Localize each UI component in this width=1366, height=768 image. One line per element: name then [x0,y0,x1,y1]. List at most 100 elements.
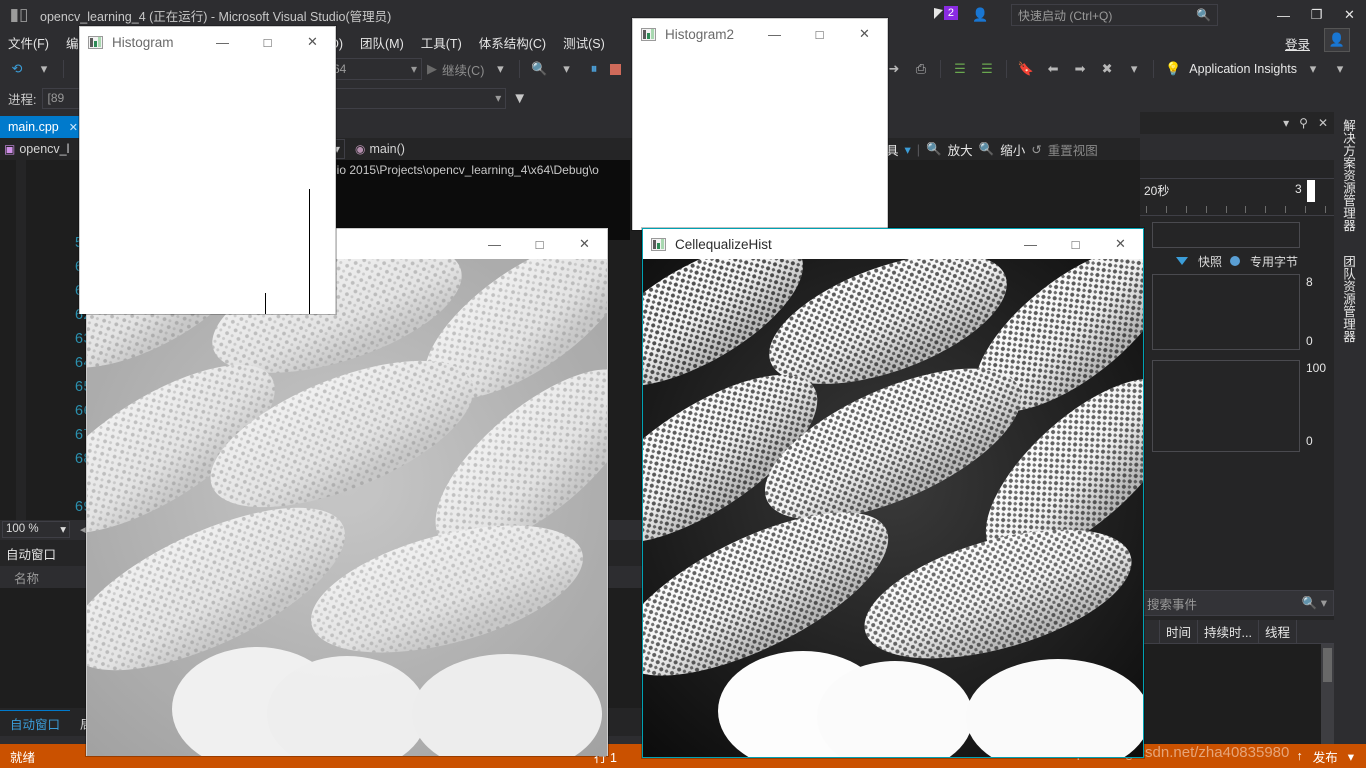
close-icon[interactable]: ✕ [69,121,78,134]
events-column-thread[interactable]: 线程 [1259,619,1297,644]
filter-icon[interactable]: ▼ [512,90,527,107]
menu-item-architecture[interactable]: 体系结构(C) [479,33,546,52]
chevron-down-icon[interactable]: ▾ [905,142,911,157]
insights-dropdown-icon[interactable]: ▾ [1302,58,1324,80]
member-combo[interactable]: ◉ main() [355,142,405,156]
cellequalizehist-titlebar[interactable]: CellequalizeHist — □ ✕ [643,229,1143,259]
close-button[interactable]: ✕ [562,230,607,259]
visual-studio-logo-icon: ▮▯ [9,5,29,24]
menu-item-tools[interactable]: 工具(T) [421,33,462,52]
menu-item-test[interactable]: 测试(S) [563,33,605,52]
minimize-button[interactable]: — [752,20,797,49]
clear-bookmark-icon[interactable]: ✖ [1096,58,1118,80]
search-icon[interactable]: 🔍 ▾ [1302,595,1327,611]
overflow-icon-3[interactable]: ▾ [1329,58,1351,80]
legend-label-snapshot: 快照 [1197,254,1222,269]
pin-icon[interactable]: ⚲ [1299,116,1308,130]
status-publish[interactable]: 发布 [1313,747,1338,766]
cellequalizehist-title: CellequalizeHist [675,236,772,252]
histogram2-canvas [633,49,887,230]
continue-dropdown-icon[interactable]: ▾ [489,58,511,80]
attach-process-icon[interactable]: 🔍 [528,58,550,80]
diagnostic-tools-panel: ▾ ⚲ ✕ 20秒 3 快照 专用字节 8 0 100 0 搜索事件 � [1140,112,1334,768]
indent-icon[interactable]: ☰ [949,58,971,80]
memory-graph-min: 0 [1306,334,1313,348]
chevron-down-icon: ▾ [495,91,502,105]
histogram2-window-buttons: — □ ✕ [752,20,887,49]
publish-dropdown-icon[interactable]: ▾ [1348,749,1354,764]
toolbar-separator-2 [519,60,521,78]
menu-item-file[interactable]: 文件(F) [8,33,49,52]
outdent-icon[interactable]: ☰ [976,58,998,80]
next-bookmark-icon[interactable]: ➡ [1069,58,1091,80]
diagnostics-search-input[interactable]: 搜索事件 🔍 ▾ [1140,590,1334,616]
chevron-down-icon[interactable]: ▾ [1283,116,1289,130]
histogram2-window[interactable]: Histogram2 — □ ✕ [632,18,888,230]
prev-bookmark-icon[interactable]: ⬅ [1042,58,1064,80]
toolbar-dropdown-1[interactable]: ▾ [33,58,55,80]
cpu-graph[interactable] [1152,360,1300,452]
zoom-level-combo[interactable]: 100 % ▾ [2,520,70,538]
maximize-button[interactable]: □ [797,20,842,49]
quick-launch-input[interactable]: 快速启动 (Ctrl+Q) 🔍 [1011,4,1218,26]
document-tab-main-cpp[interactable]: main.cpp ✕ [0,116,86,138]
zoom-out-label[interactable]: 缩小 [1000,140,1025,159]
maximize-button[interactable]: □ [1053,230,1098,259]
flag-glyph [933,7,943,19]
continue-button[interactable]: 继续(C) [442,60,484,79]
minimize-button[interactable]: — [1267,0,1300,30]
minimize-button[interactable]: — [472,230,517,259]
menu-item-team[interactable]: 团队(M) [360,33,404,52]
restore-button[interactable]: ❐ [1300,0,1333,30]
bookmark-icon[interactable]: 🔖 [1015,58,1037,80]
project-scope-combo[interactable]: ▣ opencv_l [0,138,90,160]
maximize-button[interactable]: □ [517,230,562,259]
autos-panel-title: 自动窗口 [6,548,57,562]
notifications-icon[interactable]: 👤 [972,7,991,23]
scrollbar-thumb[interactable] [1323,648,1332,682]
thread-combo[interactable]: ▾ [306,87,507,109]
histogram-window[interactable]: Histogram — □ ✕ [79,26,336,314]
minimize-button[interactable]: — [1008,230,1053,259]
search-icon[interactable]: 🔍 [1196,8,1211,22]
navigate-back-icon[interactable]: ⟲ [6,58,28,80]
vtab-team-explorer[interactable]: 团队资源管理器 [1338,252,1360,346]
close-icon[interactable]: ✕ [1318,116,1328,130]
docked-tool-tabs: 解决方案资源管理器 团队资源管理器 [1334,112,1366,744]
feedback-flag-icon[interactable]: 2 [933,6,958,20]
break-all-icon[interactable]: ⏸ [583,58,605,80]
reset-view-icon[interactable]: ↺ [1031,142,1041,157]
cellequalizehist-window[interactable]: CellequalizeHist — □ ✕ [642,228,1144,758]
overflow-icon-1[interactable]: ▾ [556,58,578,80]
stop-icon[interactable] [609,63,621,75]
close-button[interactable]: ✕ [842,20,887,49]
zoom-out-icon[interactable]: 🔍 [979,142,995,157]
memory-graph[interactable] [1152,274,1300,350]
minimize-button[interactable]: — [200,28,245,57]
copy-icon[interactable]: ⎙ [910,58,932,80]
close-button[interactable]: ✕ [1098,230,1143,259]
maximize-button[interactable]: □ [245,28,290,57]
vtab-solution-explorer[interactable]: 解决方案资源管理器 [1338,116,1360,235]
reset-view-label[interactable]: 重置视图 [1048,140,1098,159]
platform-combo[interactable]: x64 ▾ [322,58,422,80]
cpu-graph-max: 100 [1306,361,1327,375]
overflow-icon-2[interactable]: ▾ [1123,58,1145,80]
events-column-duration[interactable]: 持续时... [1198,619,1259,644]
histogram-titlebar[interactable]: Histogram — □ ✕ [80,27,335,57]
cellequalizehist-canvas [643,259,1143,757]
cpu-graph-min: 0 [1306,434,1313,448]
close-button[interactable]: ✕ [290,28,335,57]
application-insights-button[interactable]: Application Insights [1189,62,1297,76]
tab-autos[interactable]: 自动窗口 [0,710,71,736]
zoom-in-icon[interactable]: 🔍 [926,142,942,157]
opencv-histogram-icon [88,35,103,49]
play-icon[interactable]: ▶ [427,61,437,77]
events-column-time[interactable]: 时间 [1160,619,1199,644]
close-button[interactable]: ✕ [1333,0,1366,30]
zoom-in-label[interactable]: 放大 [948,140,973,159]
timeline-caret[interactable] [1307,180,1315,202]
lightbulb-icon[interactable]: 💡 [1162,58,1184,80]
publish-icon[interactable]: ↑ [1296,749,1302,763]
histogram2-titlebar[interactable]: Histogram2 — □ ✕ [633,19,887,49]
